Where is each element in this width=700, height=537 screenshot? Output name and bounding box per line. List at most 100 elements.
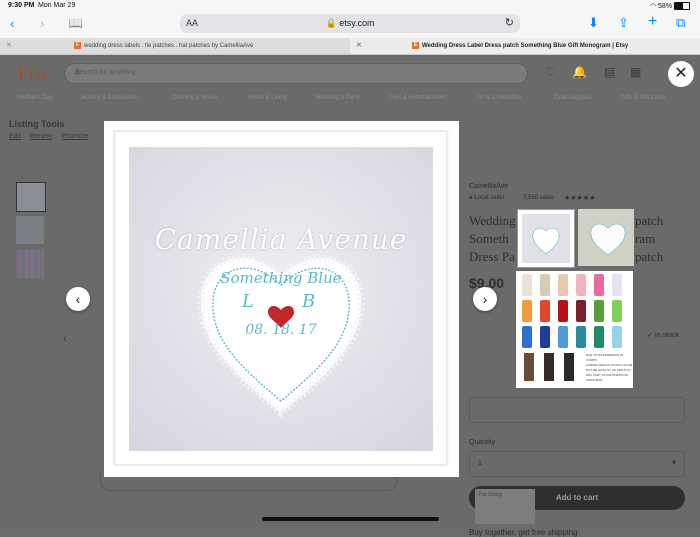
thread-spools-bottom [524, 353, 574, 381]
search-icon[interactable]: ⌕ [75, 67, 519, 78]
thread-spool [612, 274, 622, 296]
variation-select[interactable] [469, 397, 685, 423]
category-item[interactable]: Art & Collectibles [477, 95, 523, 101]
browser-toolbar: ‹ › 📖 AA 🔒 etsy.com ↻ ⬇ ⇪ + ⧉ [0, 12, 700, 38]
category-item[interactable]: Jewelry & Accessories [80, 95, 140, 101]
thread-spool [612, 326, 622, 348]
listing-title-part: Wedding [469, 213, 516, 228]
chevron-down-icon: ▾ [671, 458, 676, 467]
close-tab-icon[interactable]: ✕ [356, 38, 362, 54]
image-thumb-2[interactable] [578, 209, 634, 266]
category-item[interactable]: Home & Living [248, 95, 287, 101]
edit-link[interactable]: Edit [9, 133, 21, 140]
embroidery-line1: Something Blue [220, 269, 342, 287]
chevron-left-icon: ‹ [75, 291, 81, 307]
grid-icon[interactable]: ▦ [630, 65, 641, 79]
etsy-favicon-icon: E [412, 41, 419, 49]
tab-bar: ✕ Ewedding dress labels . tie patches . … [0, 38, 700, 55]
bundle-thumb[interactable]: The Giving [475, 489, 535, 524]
search-input[interactable]: Search for anything ⌕ [64, 63, 528, 84]
prev-image-button[interactable]: ‹ [66, 287, 90, 311]
bundle-item-price: $9.00 [547, 501, 568, 510]
caption-line: DUE TO DIFFERENCES IN COMPU [586, 353, 624, 362]
category-item[interactable]: Clothing & Shoes [172, 95, 218, 101]
quantity-label: Quantity [469, 439, 496, 446]
url-text: 🔒 etsy.com [325, 18, 375, 28]
category-item[interactable]: Gifts & Gift Cards [620, 95, 667, 101]
book-icon[interactable]: 📖 [68, 16, 83, 30]
thread-color-card[interactable]: DUE TO DIFFERENCES IN COMPU SCREEN RESOL… [516, 271, 633, 388]
reload-icon[interactable]: ↻ [505, 16, 514, 29]
address-bar[interactable]: AA 🔒 etsy.com ↻ [180, 14, 520, 33]
thread-spool [612, 300, 622, 322]
image-thumb-1[interactable] [517, 209, 575, 268]
embroidery-initial-right: B [302, 291, 316, 312]
gallery-thumb[interactable] [16, 182, 46, 212]
etsy-logo[interactable]: Etsy [18, 64, 50, 85]
listing-title-part: ram [635, 231, 656, 246]
quantity-value: 1 [478, 460, 482, 467]
listing-title-part: Someth [469, 231, 509, 246]
listing-title-part: patch [635, 213, 664, 228]
category-item[interactable]: Toys & Entertainment [389, 95, 446, 101]
product-photo: Camellia Avenue Something Blue L B 08. 1… [129, 147, 433, 451]
bundle-item-title[interactable]: Wedding Dress Label Dress patch Someti..… [547, 491, 663, 497]
close-button[interactable]: ✕ [668, 61, 694, 87]
close-tab-icon[interactable]: ✕ [6, 38, 12, 54]
shop-icon[interactable]: ▤ [604, 65, 615, 79]
bundle-thumb-label: The Giving [478, 492, 503, 498]
tab-label: wedding dress labels . tie patches . hat… [84, 43, 254, 49]
category-item[interactable]: Wedding & Party [315, 95, 360, 101]
thread-card-caption: DUE TO DIFFERENCES IN COMPU SCREEN RESOL… [586, 353, 633, 383]
thread-spool [576, 300, 586, 322]
download-icon[interactable]: ⬇ [588, 15, 599, 31]
chevron-left-icon[interactable]: ‹ [10, 16, 14, 31]
quantity-select[interactable]: 1 ▾ [469, 451, 685, 477]
shop-name[interactable]: CamelliaAve [469, 183, 508, 190]
stock-status: ✓ In stock [647, 332, 679, 339]
thread-spool [594, 326, 604, 348]
chevron-right-icon: › [482, 291, 488, 307]
tab-listing[interactable]: ✕ E Wedding Dress Label Dress patch Somet… [350, 38, 700, 54]
thumb-heart-icon [532, 227, 560, 255]
thread-spool [522, 274, 532, 296]
listing-title-part: patch [635, 249, 664, 264]
status-bar: 9:30 PM Mon Mar 29 ◠ 58% [0, 0, 700, 12]
location-icon: ● [469, 195, 473, 201]
category-item[interactable]: Mother's Day [18, 95, 53, 101]
thread-spool [522, 326, 532, 348]
category-item[interactable]: Craft Supplies [554, 95, 592, 101]
status-time: 9:30 PM [8, 2, 35, 9]
thread-spool [576, 274, 586, 296]
promote-link[interactable]: Promote [62, 133, 88, 140]
next-image-button[interactable]: › [473, 287, 497, 311]
sales-count: 7,558 sales [523, 195, 554, 201]
bell-icon[interactable]: 🔔 [572, 65, 587, 79]
home-indicator [262, 517, 439, 521]
plus-icon[interactable]: + [648, 13, 657, 31]
share-icon[interactable]: ⇪ [618, 15, 629, 31]
category-nav: Mother's Day Jewelry & Accessories Cloth… [0, 95, 700, 107]
listing-tools-title: Listing Tools [9, 119, 65, 129]
battery-percent: 58% [658, 3, 673, 10]
buy-together-heading: Buy together, get free shipping [469, 528, 578, 537]
thread-spools-image [522, 274, 622, 348]
check-icon: ✓ [647, 332, 653, 339]
tabs-icon[interactable]: ⧉ [676, 15, 685, 31]
watermark: Camellia Avenue [154, 223, 408, 256]
gallery-thumb[interactable] [16, 216, 44, 244]
heart-icon[interactable]: ♡ [545, 65, 556, 79]
gallery-prev-icon[interactable]: ‹ [63, 331, 67, 345]
thread-spool [594, 300, 604, 322]
renew-link[interactable]: Renew [30, 133, 52, 140]
chevron-right-icon[interactable]: › [40, 16, 44, 31]
gallery-thumb[interactable] [16, 250, 44, 278]
thread-spool [540, 274, 550, 296]
thread-spool [558, 326, 568, 348]
battery-icon [674, 2, 690, 11]
wifi-icon: ◠ [649, 3, 657, 10]
thumb-heart-icon [578, 209, 634, 266]
thread-spool [576, 326, 586, 348]
embroidery-date: 08. 18. 17 [245, 322, 317, 338]
tab-shop[interactable]: ✕ Ewedding dress labels . tie patches . … [0, 38, 350, 54]
